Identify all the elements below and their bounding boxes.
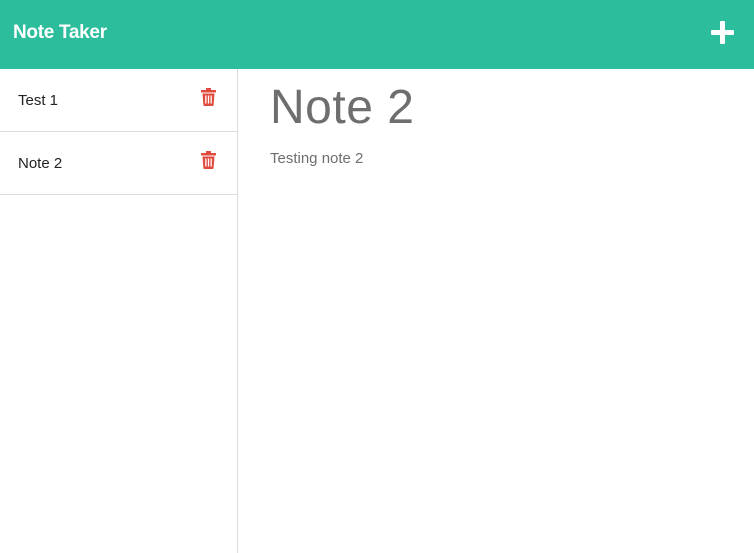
- delete-note-button[interactable]: [201, 88, 216, 106]
- delete-note-button[interactable]: [201, 151, 216, 169]
- notes-sidebar: Test 1 Note 2: [0, 69, 238, 553]
- note-title-field[interactable]: Note 2: [270, 79, 414, 137]
- plus-icon: [711, 21, 734, 44]
- navbar: Note Taker: [0, 0, 754, 69]
- note-item-title: Note 2: [18, 155, 63, 172]
- note-list-item[interactable]: Note 2: [0, 132, 237, 195]
- new-note-button[interactable]: [711, 21, 734, 44]
- note-editor: Note 2 Testing note 2: [239, 69, 754, 553]
- note-body-field[interactable]: Testing note 2: [270, 149, 363, 169]
- note-list: Test 1 Note 2: [0, 69, 237, 195]
- trash-icon: [201, 151, 216, 169]
- trash-icon: [201, 88, 216, 106]
- note-list-item[interactable]: Test 1: [0, 69, 237, 132]
- app-title[interactable]: Note Taker: [13, 20, 107, 46]
- note-item-title: Test 1: [18, 92, 59, 109]
